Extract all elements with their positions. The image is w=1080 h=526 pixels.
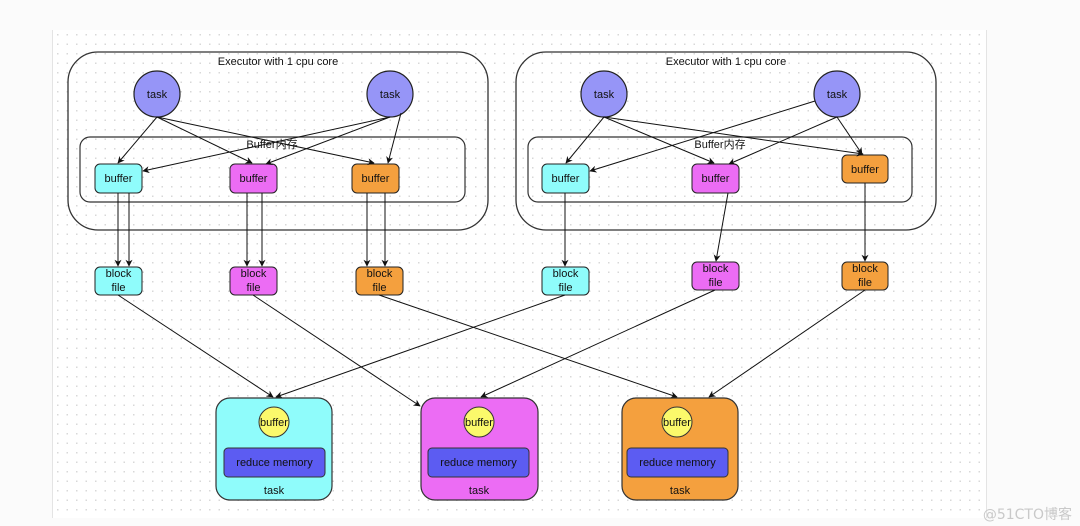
edge	[117, 116, 158, 164]
map-task-node: task	[133, 70, 181, 118]
edge	[156, 116, 375, 166]
executor-title: Executor with 1 cpu core	[666, 56, 786, 68]
buffer-node-cyan: buffer	[94, 163, 143, 194]
map-task-node: task	[366, 70, 414, 118]
executor-title: Executor with 1 cpu core	[218, 56, 338, 68]
block-file-label: file	[111, 282, 125, 294]
block-file-label: file	[246, 282, 260, 294]
edge	[386, 112, 402, 164]
watermark: @51CTO博客	[982, 507, 1072, 523]
reduce-buffer-label: buffer	[465, 417, 493, 429]
buffer-node-magenta: buffer	[229, 163, 278, 194]
reduce-buffer-label: buffer	[663, 417, 691, 429]
edge	[589, 100, 816, 173]
buffer-node-magenta: buffer	[691, 163, 740, 194]
buffer-label: buffer	[851, 164, 879, 176]
executor-2: Executor with 1 cpu core Buffer内存 task t…	[515, 51, 937, 296]
block-file-label: block	[241, 268, 267, 280]
buffer-node-cyan: buffer	[541, 163, 590, 194]
buffer-label: buffer	[362, 173, 390, 185]
buffer-label: buffer	[552, 173, 580, 185]
reduce-memory-label: reduce memory	[236, 457, 313, 469]
reduce-memory-label: reduce memory	[440, 457, 517, 469]
edge	[565, 116, 605, 164]
edge	[117, 294, 274, 398]
block-file-label: block	[852, 263, 878, 275]
reduce-task-label: task	[264, 485, 285, 497]
edge	[378, 294, 678, 399]
buffer-label: buffer	[702, 173, 730, 185]
buffer-node-orange: buffer	[351, 163, 400, 194]
block-file-label: block	[367, 268, 393, 280]
reduce-task-cyan: buffer reduce memory task	[215, 397, 333, 501]
block-file-label: file	[858, 277, 872, 289]
map-task-node: task	[580, 70, 628, 118]
block-file-node-magenta: block file	[691, 261, 740, 291]
executor-1: Executor with 1 cpu core Buffer内存 task t…	[67, 51, 489, 296]
edge	[142, 116, 391, 174]
edge	[713, 192, 729, 262]
block-file-label: block	[106, 268, 132, 280]
block-file-node-cyan: block file	[94, 266, 143, 296]
map-task-label: task	[147, 89, 168, 101]
buffer-memory-label: Buffer内存	[694, 137, 745, 151]
block-file-node-orange: block file	[841, 261, 889, 291]
reduce-task-magenta: buffer reduce memory task	[420, 397, 539, 501]
block-file-label: file	[708, 277, 722, 289]
block-file-label: block	[553, 268, 579, 280]
block-file-label: block	[703, 263, 729, 275]
edge	[275, 294, 566, 399]
reduce-memory-label: reduce memory	[639, 457, 716, 469]
map-task-node: task	[813, 70, 861, 118]
blockfile-to-reduce-edges	[117, 289, 866, 407]
shuffle-diagram: Executor with 1 cpu core Buffer内存 task t…	[67, 51, 937, 501]
block-file-node-cyan: block file	[541, 266, 590, 296]
block-file-label: file	[558, 282, 572, 294]
map-task-label: task	[594, 89, 615, 101]
block-file-node-magenta: block file	[229, 266, 278, 296]
edge	[836, 116, 863, 155]
edge	[480, 289, 716, 398]
reduce-task-label: task	[670, 485, 691, 497]
edge	[708, 289, 866, 398]
reduce-task-orange: buffer reduce memory task	[621, 397, 739, 501]
reduce-buffer-label: buffer	[260, 417, 288, 429]
block-file-node-orange: block file	[355, 266, 404, 296]
map-task-label: task	[827, 89, 848, 101]
buffer-to-blockfile-edges	[561, 183, 869, 267]
block-file-label: file	[372, 282, 386, 294]
map-task-label: task	[380, 89, 401, 101]
edge	[252, 294, 421, 407]
edge	[156, 116, 253, 164]
reduce-task-label: task	[469, 485, 490, 497]
buffer-label: buffer	[105, 173, 133, 185]
buffer-label: buffer	[240, 173, 268, 185]
buffer-node-orange: buffer	[841, 154, 889, 184]
